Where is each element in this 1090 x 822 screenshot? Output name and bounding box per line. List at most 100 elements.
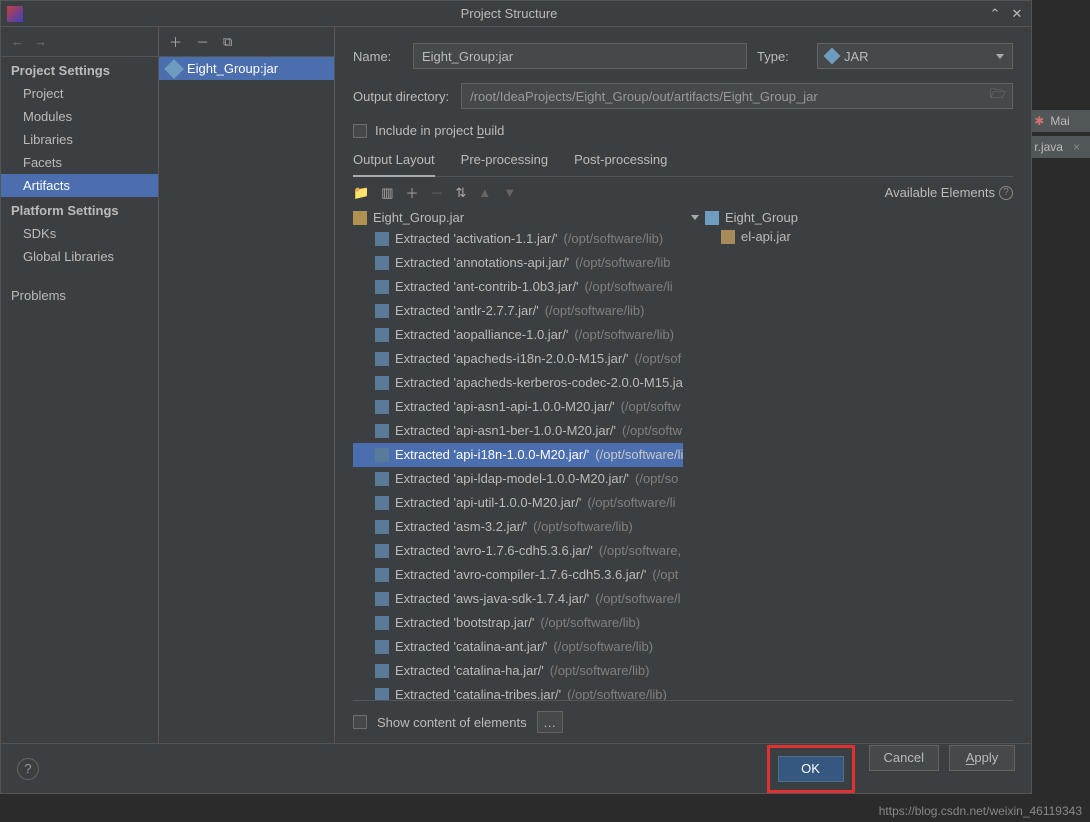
sidebar-item-artifacts[interactable]: Artifacts (1, 174, 158, 197)
ellipsis-button[interactable]: … (537, 711, 563, 733)
cancel-button[interactable]: Cancel (869, 745, 939, 771)
sidebar-item-project[interactable]: Project (1, 82, 158, 105)
tree-item[interactable]: Extracted 'avro-compiler-1.7.6-cdh5.3.6.… (353, 563, 683, 587)
titlebar: Project Structure ⌃ ✕ (1, 1, 1031, 27)
tree-root-label: Eight_Group.jar (373, 210, 464, 225)
nav-back-icon[interactable]: ← (11, 34, 24, 49)
add-icon[interactable]: ＋ (169, 32, 182, 51)
sort-icon[interactable]: ⇅ (456, 185, 467, 201)
platform-settings-header: Platform Settings (1, 197, 158, 222)
bg-tab-java: r.java× (1024, 136, 1090, 158)
extracted-icon (375, 664, 389, 678)
extracted-icon (375, 592, 389, 606)
remove-item-icon[interactable]: － (431, 183, 444, 202)
tree-item[interactable]: Extracted 'catalina-ant.jar/' (/opt/soft… (353, 635, 683, 659)
add-copy-icon[interactable]: ＋ (405, 183, 418, 202)
tree-item[interactable]: Extracted 'avro-1.7.6-cdh5.3.6.jar/' (/o… (353, 539, 683, 563)
move-down-icon[interactable]: ▼ (503, 185, 516, 200)
close-icon[interactable]: ✕ (1009, 6, 1025, 22)
layout-icon[interactable]: ▥ (381, 185, 393, 201)
problems-item[interactable]: Problems (1, 284, 158, 307)
apply-button[interactable]: Apply (949, 745, 1015, 771)
bg-tab-main: ✱Mai (1024, 110, 1090, 132)
tree-item[interactable]: Extracted 'api-i18n-1.0.0-M20.jar/' (/op… (353, 443, 683, 467)
tree-item[interactable]: Extracted 'bootstrap.jar/' (/opt/softwar… (353, 611, 683, 635)
tree-item[interactable]: Extracted 'api-util-1.0.0-M20.jar/' (/op… (353, 491, 683, 515)
extracted-icon (375, 304, 389, 318)
extracted-icon (375, 256, 389, 270)
tree-item[interactable]: Extracted 'catalina-ha.jar/' (/opt/softw… (353, 659, 683, 683)
sidebar-item-libraries[interactable]: Libraries (1, 128, 158, 151)
copy-icon[interactable]: ⧉ (223, 34, 232, 50)
jar-root-icon (353, 211, 367, 225)
include-build-label: Include in project build (375, 123, 504, 138)
expand-icon[interactable] (691, 215, 699, 220)
minimize-icon[interactable]: ⌃ (987, 6, 1003, 22)
remove-icon[interactable]: － (196, 32, 209, 51)
outdir-label: Output directory: (353, 89, 449, 104)
tree-item[interactable]: Extracted 'aws-java-sdk-1.7.4.jar/' (/op… (353, 587, 683, 611)
tree-item[interactable]: Extracted 'api-ldap-model-1.0.0-M20.jar/… (353, 467, 683, 491)
ok-button[interactable]: OK (778, 756, 844, 782)
tree-item[interactable]: Extracted 'apacheds-i18n-2.0.0-M15.jar/'… (353, 347, 683, 371)
sidebar-item-global-libraries[interactable]: Global Libraries (1, 245, 158, 268)
chevron-down-icon (996, 54, 1004, 59)
app-icon (7, 6, 23, 22)
jar-icon (164, 59, 184, 79)
outdir-input[interactable]: /root/IdeaProjects/Eight_Group/out/artif… (461, 83, 1013, 109)
available-elements-tree[interactable]: Eight_Group el-api.jar (683, 208, 1013, 700)
extracted-icon (375, 424, 389, 438)
tree-item[interactable]: Extracted 'annotations-api.jar/' (/opt/s… (353, 251, 683, 275)
module-icon (705, 211, 719, 225)
move-up-icon[interactable]: ▲ (478, 185, 491, 200)
type-select[interactable]: JAR (817, 43, 1013, 69)
left-sidebar: ← → Project Settings ProjectModulesLibra… (1, 27, 159, 743)
browse-folder-icon[interactable]: 🗁 (990, 85, 1006, 107)
artifact-list-item[interactable]: Eight_Group:jar (159, 57, 334, 80)
extracted-icon (375, 520, 389, 534)
extracted-icon (375, 280, 389, 294)
tab-output-layout[interactable]: Output Layout (353, 146, 435, 177)
layout-tabs: Output Layout Pre-processing Post-processi… (353, 146, 1013, 177)
include-build-checkbox[interactable] (353, 124, 367, 138)
ok-highlight: OK (767, 745, 855, 793)
tree-item[interactable]: Extracted 'antlr-2.7.7.jar/' (/opt/softw… (353, 299, 683, 323)
extracted-icon (375, 352, 389, 366)
extracted-icon (375, 448, 389, 462)
tab-post-processing[interactable]: Post-processing (574, 146, 667, 176)
nav-forward-icon[interactable]: → (34, 34, 47, 49)
tree-item[interactable]: Extracted 'aopalliance-1.0.jar/' (/opt/s… (353, 323, 683, 347)
window-title: Project Structure (31, 6, 987, 21)
tab-pre-processing[interactable]: Pre-processing (461, 146, 548, 176)
extracted-icon (375, 544, 389, 558)
sidebar-item-facets[interactable]: Facets (1, 151, 158, 174)
name-input[interactable] (413, 43, 747, 69)
tree-item[interactable]: Extracted 'ant-contrib-1.0b3.jar/' (/opt… (353, 275, 683, 299)
help-button[interactable]: ? (17, 758, 39, 780)
jar-type-icon (824, 48, 841, 65)
extracted-icon (375, 496, 389, 510)
outdir-value: /root/IdeaProjects/Eight_Group/out/artif… (470, 89, 818, 104)
avail-root-label: Eight_Group (725, 210, 798, 225)
new-folder-icon[interactable]: 📁 (353, 185, 369, 201)
help-icon[interactable]: ? (999, 186, 1013, 200)
tree-item[interactable]: Extracted 'api-asn1-ber-1.0.0-M20.jar/' … (353, 419, 683, 443)
show-content-label: Show content of elements (377, 715, 527, 730)
type-value: JAR (844, 49, 869, 64)
extracted-icon (375, 328, 389, 342)
output-layout-tree[interactable]: Eight_Group.jar Extracted 'activation-1.… (353, 208, 683, 700)
artifact-list-label: Eight_Group:jar (187, 61, 278, 76)
type-label: Type: (757, 49, 807, 64)
tree-item[interactable]: Extracted 'catalina-tribes.jar/' (/opt/s… (353, 683, 683, 700)
tree-item[interactable]: Extracted 'activation-1.1.jar/' (/opt/so… (353, 227, 683, 251)
extracted-icon (375, 472, 389, 486)
tree-item[interactable]: Extracted 'api-asn1-api-1.0.0-M20.jar/' … (353, 395, 683, 419)
extracted-icon (375, 688, 389, 700)
project-settings-header: Project Settings (1, 57, 158, 82)
sidebar-item-modules[interactable]: Modules (1, 105, 158, 128)
sidebar-item-sdks[interactable]: SDKs (1, 222, 158, 245)
show-content-checkbox[interactable] (353, 715, 367, 729)
tree-item[interactable]: Extracted 'asm-3.2.jar/' (/opt/software/… (353, 515, 683, 539)
extracted-icon (375, 376, 389, 390)
tree-item[interactable]: Extracted 'apacheds-kerberos-codec-2.0.0… (353, 371, 683, 395)
